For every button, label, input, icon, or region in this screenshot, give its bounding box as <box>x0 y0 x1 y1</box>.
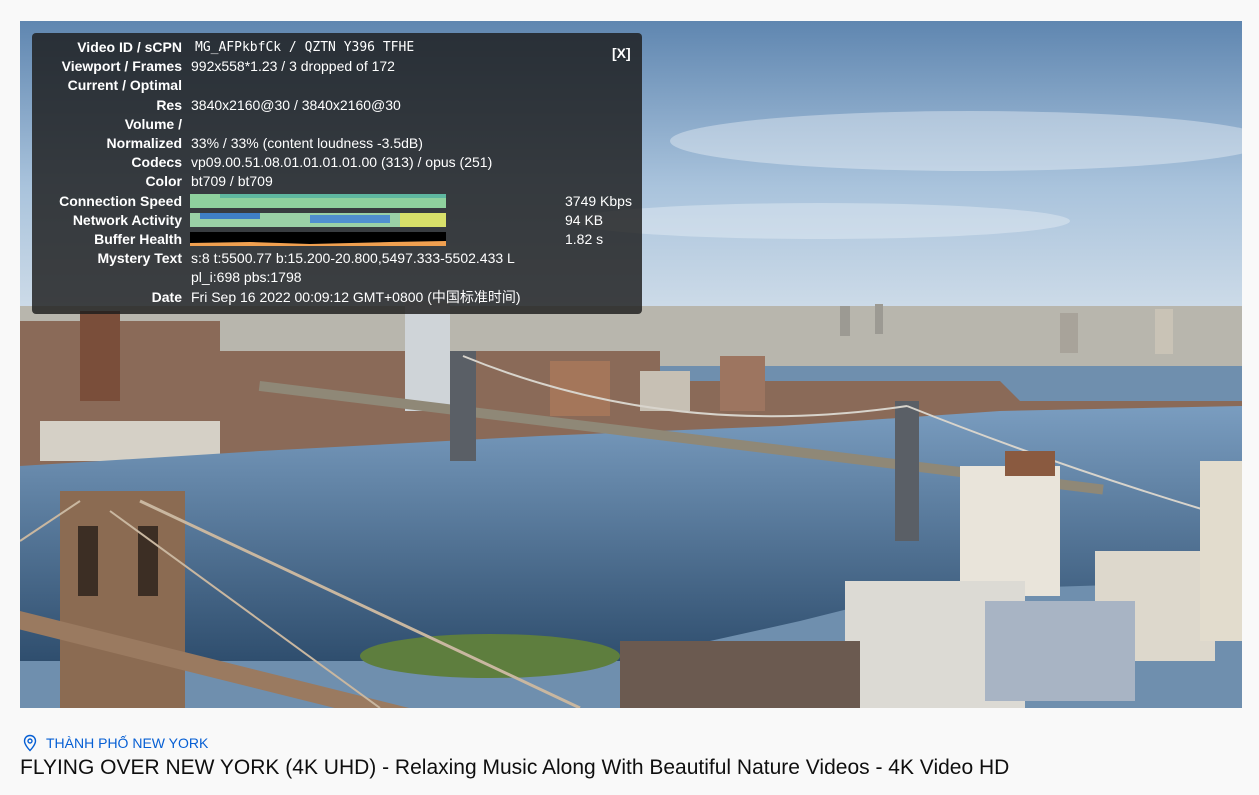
stats-label: Current / Optimal <box>67 77 182 93</box>
stats-value: vp09.00.51.08.01.01.01.01.00 (313) / opu… <box>191 154 493 170</box>
video-player[interactable]: Video ID / sCPN MG_AFPkbfCk / QZTN Y396 … <box>20 21 1242 708</box>
location-link[interactable]: THÀNH PHỐ NEW YORK <box>22 734 208 752</box>
stats-row-viewport: Viewport / Frames 992x558*1.23 / 3 dropp… <box>32 57 642 77</box>
stats-value: Fri Sep 16 2022 00:09:12 GMT+0800 (中国标准时… <box>191 289 521 305</box>
stats-label: Normalized <box>106 135 182 151</box>
stats-row-mystery-text-2: pl_i:698 pbs:1798 <box>32 268 642 288</box>
stats-row-mystery-text: Mystery Text s:8 t:5500.77 b:15.200-20.8… <box>32 249 642 269</box>
stats-value: 94 KB <box>565 212 604 228</box>
stats-value: 1.82 s <box>565 231 604 247</box>
stats-label: Color <box>145 173 182 189</box>
stats-row-network-activity: Network Activity 94 KB <box>32 211 642 231</box>
stats-row-date: Date Fri Sep 16 2022 00:09:12 GMT+0800 (… <box>32 288 642 308</box>
stats-row-video-id: Video ID / sCPN MG_AFPkbfCk / QZTN Y396 … <box>32 38 642 58</box>
stats-row-connection-speed: Connection Speed 3749 Kbps <box>32 192 642 212</box>
stats-value: 992x558*1.23 / 3 dropped of 172 <box>191 58 395 74</box>
stats-value: bt709 / bt709 <box>191 173 273 189</box>
stats-row-codecs: Codecs vp09.00.51.08.01.01.01.01.00 (313… <box>32 153 642 173</box>
stats-value: MG_AFPkbfCk / QZTN Y396 TFHE <box>195 40 415 55</box>
stats-label: Mystery Text <box>97 250 182 266</box>
video-title: FLYING OVER NEW YORK (4K UHD) - Relaxing… <box>20 756 1010 779</box>
stats-label: Date <box>151 289 182 305</box>
stats-for-nerds-panel: Video ID / sCPN MG_AFPkbfCk / QZTN Y396 … <box>32 33 642 314</box>
stats-label: Video ID / sCPN <box>77 39 182 55</box>
stats-value: 33% / 33% (content loudness -3.5dB) <box>191 135 423 151</box>
stats-row-res: Res 3840x2160@30 / 3840x2160@30 <box>32 96 642 116</box>
stats-label: Volume / <box>124 116 182 132</box>
stats-label: Connection Speed <box>59 193 182 209</box>
stats-row-current-optimal: Current / Optimal <box>32 76 642 96</box>
stats-label: Network Activity <box>72 212 182 228</box>
stats-label: Buffer Health <box>94 231 182 247</box>
stats-label: Codecs <box>131 154 182 170</box>
stats-row-normalized: Normalized 33% / 33% (content loudness -… <box>32 134 642 154</box>
close-stats-button[interactable]: [X] <box>612 44 631 63</box>
stats-row-color: Color bt709 / bt709 <box>32 172 642 192</box>
stats-value: pl_i:698 pbs:1798 <box>191 269 302 285</box>
stats-value: s:8 t:5500.77 b:15.200-20.800,5497.333-5… <box>191 250 515 266</box>
location-pin-icon <box>23 734 37 752</box>
network-activity-graph <box>190 213 446 227</box>
stats-label: Res <box>156 97 182 113</box>
stats-value: 3749 Kbps <box>565 193 632 209</box>
stats-value: 3840x2160@30 / 3840x2160@30 <box>191 97 401 113</box>
location-label[interactable]: THÀNH PHỐ NEW YORK <box>46 735 208 751</box>
stats-row-volume: Volume / <box>32 115 642 135</box>
connection-speed-graph <box>190 194 446 208</box>
stats-row-buffer-health: Buffer Health 1.82 s <box>32 230 642 250</box>
stats-label: Viewport / Frames <box>61 58 182 74</box>
buffer-health-graph <box>190 232 446 246</box>
